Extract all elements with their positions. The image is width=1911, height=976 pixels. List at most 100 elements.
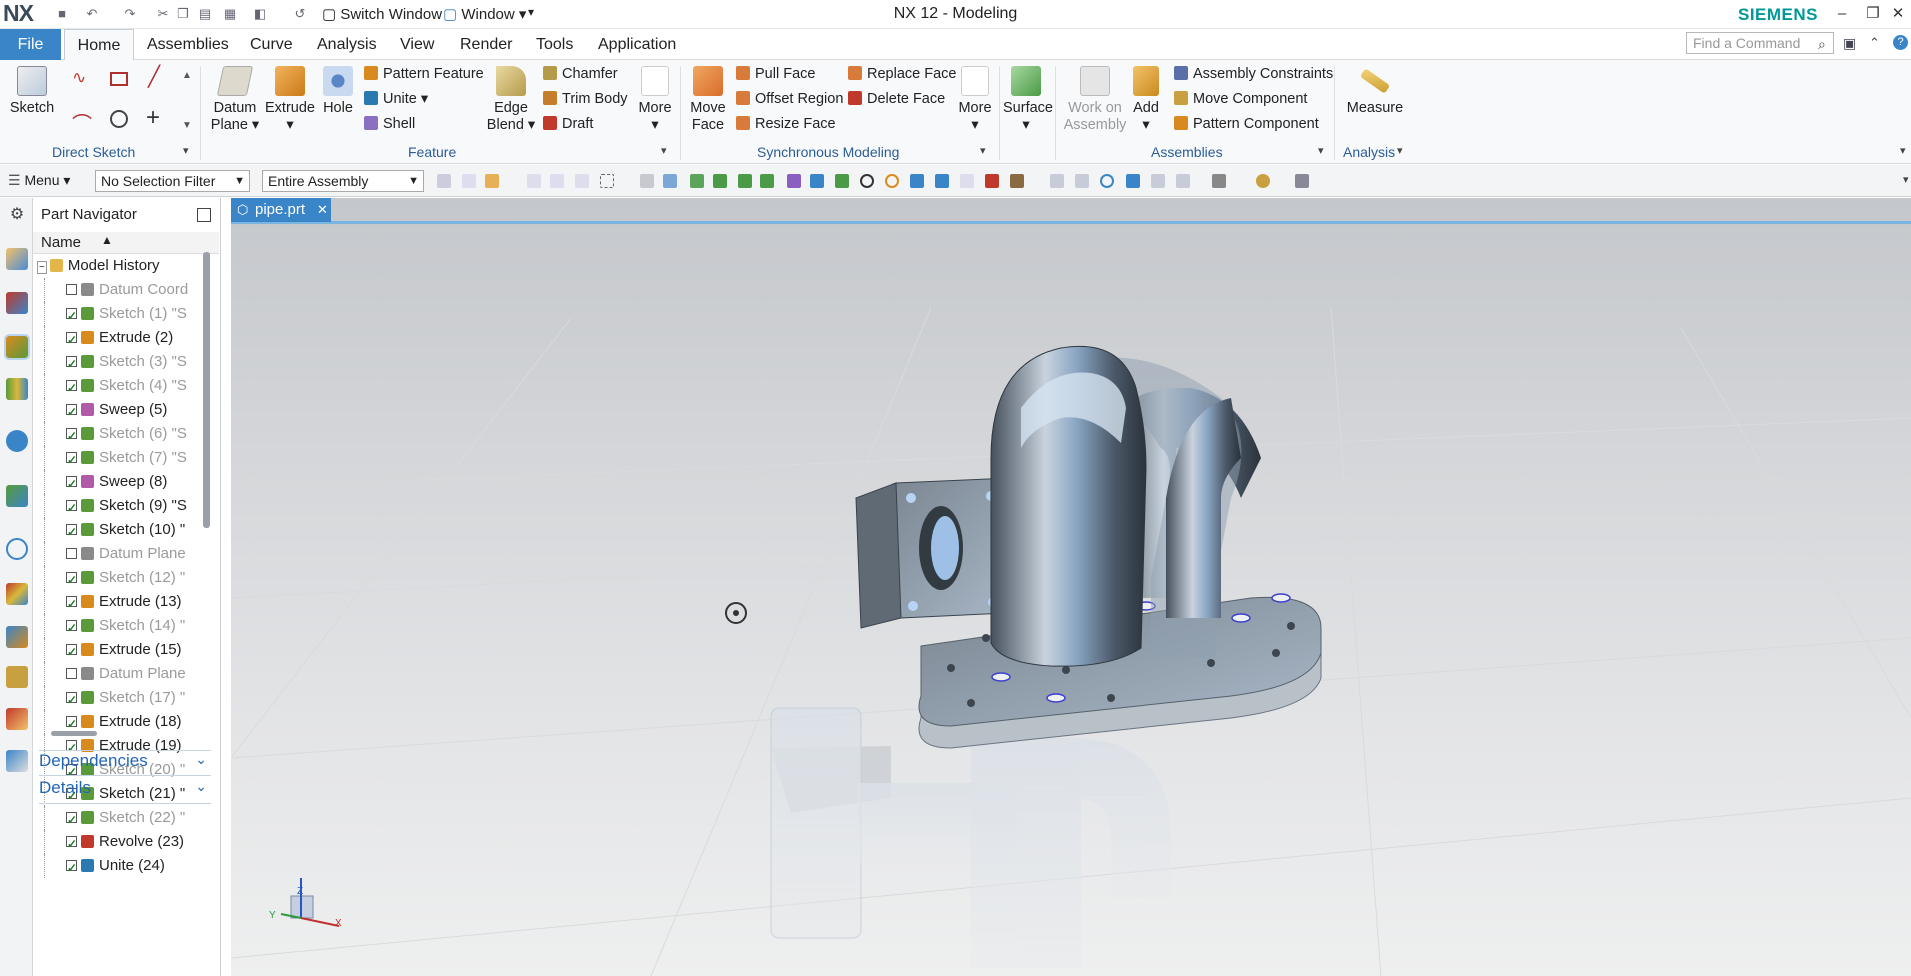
tree-item[interactable]: Datum Coord <box>44 278 188 302</box>
snap-existing-point-icon[interactable] <box>910 174 924 188</box>
line-icon[interactable]: ╱ <box>148 64 160 89</box>
snap-curve-icon[interactable] <box>760 174 774 188</box>
snap-quadrant-icon[interactable] <box>885 174 899 188</box>
measure-button[interactable]: Measure <box>1340 66 1410 117</box>
minimize-button[interactable]: – <box>1831 3 1853 25</box>
select-body-icon[interactable] <box>640 174 654 188</box>
chamfer-button[interactable]: Chamfer <box>543 64 618 84</box>
visibility-checkbox[interactable] <box>66 304 77 328</box>
gallery-up-icon[interactable]: ▲ <box>182 70 192 81</box>
tab-application[interactable]: Application <box>589 29 685 60</box>
palettes-icon[interactable] <box>6 750 28 772</box>
snap-icon[interactable] <box>527 174 541 188</box>
tree-item[interactable]: Sweep (8) <box>44 470 167 496</box>
feature-dropdown-icon[interactable]: ▾ <box>661 144 667 157</box>
visibility-checkbox[interactable] <box>66 520 77 544</box>
visibility-checkbox[interactable] <box>66 640 77 664</box>
visibility-checkbox[interactable] <box>66 688 77 712</box>
pan-icon[interactable] <box>1126 174 1140 188</box>
tab-curve[interactable]: Curve <box>241 29 302 60</box>
material-icon[interactable] <box>1256 174 1270 188</box>
edge-blend-button[interactable]: Edge Blend ▾ <box>485 66 537 134</box>
selection-filter-select[interactable]: No Selection Filter ▼ <box>95 170 250 192</box>
help-icon[interactable]: ? <box>1893 35 1908 50</box>
tree-item[interactable]: Extrude (2) <box>44 326 173 352</box>
tree-item[interactable]: Unite (24) <box>44 854 165 880</box>
tab-analysis[interactable]: Analysis <box>308 29 386 60</box>
tab-tools[interactable]: Tools <box>527 29 582 60</box>
tab-assemblies[interactable]: Assemblies <box>138 29 238 60</box>
details-section[interactable]: Details ⌄ <box>39 778 211 804</box>
rectangle-icon[interactable] <box>110 72 128 86</box>
selection-scope-select[interactable]: Entire Assembly ▼ <box>262 170 424 192</box>
gallery-down-icon[interactable]: ▼ <box>182 120 192 131</box>
search-icon[interactable]: ⌕ <box>1818 36 1826 53</box>
tree-item[interactable]: Datum Plane <box>44 542 186 566</box>
sync-more-button[interactable]: More ▾ <box>956 66 994 134</box>
tree-item[interactable]: Extrude (15) <box>44 638 182 664</box>
zoom-icon[interactable] <box>1075 174 1089 188</box>
delete-face-button[interactable]: Delete Face <box>848 89 945 109</box>
tree-item[interactable]: Sweep (5) <box>44 398 167 424</box>
settings-icon[interactable]: ⚙ <box>6 204 28 226</box>
offset-region-button[interactable]: Offset Region <box>736 89 843 109</box>
visibility-checkbox[interactable] <box>66 284 77 295</box>
manufacturing-wizards-icon[interactable] <box>6 626 28 648</box>
extrude-button[interactable]: Extrude ▾ <box>265 66 315 134</box>
tree-item[interactable]: Sketch (6) "S <box>44 422 187 448</box>
visibility-checkbox[interactable] <box>66 832 77 856</box>
system-scenes-icon[interactable] <box>6 708 28 730</box>
history-icon[interactable] <box>6 538 28 560</box>
sketch-button[interactable]: Sketch <box>8 66 56 117</box>
select-edges-icon[interactable] <box>462 174 476 188</box>
tree-item[interactable]: Revolve (23) <box>44 830 184 856</box>
visibility-checkbox[interactable] <box>66 352 77 376</box>
visibility-checkbox[interactable] <box>66 592 77 616</box>
snap-pole-icon[interactable] <box>1010 174 1024 188</box>
maximize-panel-icon[interactable] <box>197 208 211 222</box>
part-navigator-icon[interactable] <box>4 334 30 360</box>
pull-face-button[interactable]: Pull Face <box>736 64 815 84</box>
direct-sketch-dropdown-icon[interactable]: ▾ <box>183 144 189 157</box>
view-orientation-icon[interactable] <box>1151 174 1165 188</box>
analysis-dropdown-icon[interactable]: ▾ <box>1397 144 1403 157</box>
trim-body-button[interactable]: Trim Body <box>543 89 628 109</box>
snap-intersection-icon[interactable] <box>787 174 801 188</box>
snap-line-icon[interactable] <box>738 174 752 188</box>
select-features-icon[interactable] <box>437 174 451 188</box>
constraint-navigator-icon[interactable] <box>6 292 28 314</box>
snap-endpoint-icon[interactable] <box>690 174 704 188</box>
tab-view[interactable]: View <box>391 29 443 60</box>
visibility-checkbox[interactable] <box>66 616 77 640</box>
rotate-view-icon[interactable] <box>1100 174 1114 188</box>
shell-button[interactable]: Shell <box>364 114 415 134</box>
rectangle-select-icon[interactable] <box>600 174 614 188</box>
pattern-component-button[interactable]: Pattern Component <box>1174 114 1319 134</box>
restore-button[interactable]: ❐ <box>1862 3 1884 25</box>
tree-item[interactable]: Sketch (1) "S <box>44 302 187 328</box>
move-component-button[interactable]: Move Component <box>1174 89 1307 109</box>
column-header[interactable]: Name ▲ <box>33 232 219 254</box>
datum-plane-button[interactable]: Datum Plane ▾ <box>207 66 263 134</box>
assemblies-dropdown-icon[interactable]: ▾ <box>1318 144 1324 157</box>
visibility-checkbox[interactable] <box>66 668 77 679</box>
collapse-ribbon-icon[interactable]: ⌃ <box>1869 35 1880 51</box>
select-component-icon[interactable] <box>663 174 677 188</box>
visibility-checkbox[interactable] <box>66 808 77 832</box>
feature-more-button[interactable]: More ▾ <box>636 66 674 134</box>
visibility-checkbox[interactable] <box>66 424 77 448</box>
close-tab-icon[interactable]: ✕ <box>317 198 328 222</box>
web-browser-icon[interactable] <box>6 485 28 507</box>
visibility-checkbox[interactable] <box>66 496 77 520</box>
visibility-checkbox[interactable] <box>66 472 77 496</box>
tree-item[interactable]: Datum Plane <box>44 662 186 686</box>
point-icon[interactable]: + <box>146 104 160 132</box>
snap-center-icon[interactable] <box>860 174 874 188</box>
tree-item[interactable]: Sketch (12) " <box>44 566 185 592</box>
snap-on-surface-icon[interactable] <box>960 174 974 188</box>
snap-tangent-icon[interactable] <box>835 174 849 188</box>
tree-item[interactable]: Sketch (17) " <box>44 686 185 712</box>
select-lasso-icon[interactable] <box>575 174 589 188</box>
arc-icon[interactable]: ⌒ <box>72 108 92 137</box>
snap-on-curve-icon[interactable] <box>935 174 949 188</box>
